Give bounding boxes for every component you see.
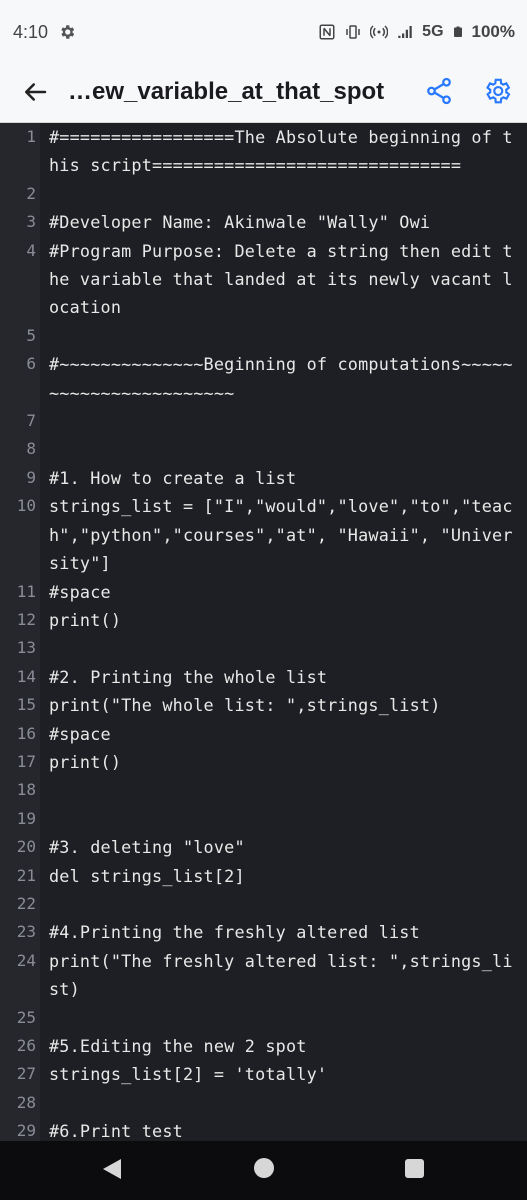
line-number: 1	[26, 127, 36, 146]
line-text[interactable]: del strings_list[2]	[49, 862, 515, 890]
status-time: 4:10	[13, 22, 49, 42]
line-number: 14	[16, 666, 36, 686]
gear-icon	[61, 25, 75, 39]
line-number: 6	[26, 354, 36, 374]
code-line[interactable]: 22	[0, 890, 527, 918]
share-icon[interactable]	[424, 76, 454, 106]
line-number: 11	[16, 581, 36, 601]
line-number: 18	[16, 780, 36, 800]
code-line[interactable]: 26 #5.Editing the new 2 spot	[0, 1032, 527, 1060]
line-number: 24	[16, 950, 36, 970]
line-text[interactable]: print()	[49, 748, 515, 776]
line-text[interactable]: #=================The Absolute beginning…	[49, 123, 515, 180]
code-line[interactable]: 16 #space	[0, 720, 527, 748]
code-line[interactable]: 14 #2. Printing the whole list	[0, 663, 527, 691]
line-number: 5	[26, 325, 36, 345]
code-line[interactable]: 21 del strings_list[2]	[0, 862, 527, 890]
battery-percent: 100%	[471, 22, 515, 41]
code-line[interactable]: 1 #=================The Absolute beginnin…	[0, 123, 527, 180]
vibrate-icon	[346, 25, 360, 39]
line-number: 16	[16, 723, 36, 743]
line-number: 2	[26, 183, 36, 203]
line-text[interactable]: #1. How to create a list	[49, 464, 515, 492]
line-number: 23	[16, 922, 36, 942]
line-number: 26	[16, 1036, 36, 1055]
line-text[interactable]: #3. deleting "love"	[49, 833, 515, 861]
code-line[interactable]: 9 #1. How to create a list	[0, 464, 527, 492]
status-icons: 5G 100%	[318, 22, 515, 42]
line-text[interactable]: #Program Purpose: Delete a string then e…	[49, 237, 515, 322]
line-text[interactable]: strings_list[2] = 'totally'	[49, 1060, 515, 1088]
code-line[interactable]: 8	[0, 435, 527, 463]
code-line[interactable]: 17 print()	[0, 748, 527, 776]
code-line[interactable]: 12 print()	[0, 606, 527, 634]
code-line[interactable]: 6 #~~~~~~~~~~~~~~Beginning of computation…	[0, 350, 527, 407]
line-text[interactable]: print("The freshly altered list: ",strin…	[49, 947, 515, 1004]
line-text[interactable]: #5.Editing the new 2 spot	[49, 1032, 515, 1060]
code-line[interactable]: 18	[0, 776, 527, 804]
line-number: 29	[16, 1121, 36, 1141]
line-text[interactable]: print("The whole list: ",strings_list)	[49, 691, 515, 719]
hotspot-icon	[370, 25, 389, 39]
home-circle-icon[interactable]	[254, 1158, 274, 1178]
line-number: 12	[16, 609, 36, 629]
line-number: 4	[26, 240, 36, 260]
line-text[interactable]: #space	[49, 720, 515, 748]
line-text[interactable]: strings_list = ["I","would","love","to",…	[49, 492, 515, 577]
line-text[interactable]: #6.Print test	[49, 1117, 515, 1141]
network-label: 5G	[422, 23, 444, 40]
code-line[interactable]: 7	[0, 407, 527, 435]
line-number: 28	[16, 1092, 36, 1112]
line-number: 8	[26, 439, 36, 459]
line-number: 20	[16, 837, 36, 857]
arrow-left-icon[interactable]	[20, 77, 50, 107]
recents-square-icon[interactable]	[405, 1159, 424, 1178]
line-number: 25	[16, 1007, 36, 1027]
line-number: 17	[16, 751, 36, 771]
status-bar: 4:10 5G 100%	[0, 0, 527, 64]
line-number: 15	[16, 695, 36, 715]
code-line[interactable]: 25	[0, 1004, 527, 1032]
code-line[interactable]: 11 #space	[0, 578, 527, 606]
back-triangle-icon[interactable]	[101, 1157, 123, 1181]
code-line[interactable]: 24 print("The freshly altered list: ",str…	[0, 947, 527, 1004]
line-number: 13	[16, 638, 36, 658]
code-line[interactable]: 20 #3. deleting "love"	[0, 833, 527, 861]
code-line[interactable]: 29 #6.Print test	[0, 1117, 527, 1141]
nfc-icon	[319, 24, 335, 40]
line-number: 10	[16, 496, 36, 516]
code-line[interactable]: 15 print("The whole list: ",strings_list)	[0, 691, 527, 719]
line-text[interactable]: #space	[49, 578, 515, 606]
line-number: 19	[16, 808, 36, 828]
code-line[interactable]: 5	[0, 322, 527, 350]
code-line[interactable]: 13	[0, 634, 527, 662]
page-title: …ew_variable_at_that_spot	[68, 78, 385, 105]
code-line[interactable]: 10 strings_list = ["I","would","love","to…	[0, 492, 527, 577]
settings-gear-icon[interactable]	[482, 76, 512, 106]
code-lines: 1 #=================The Absolute beginnin…	[0, 123, 527, 1141]
code-editor[interactable]: 1 #=================The Absolute beginnin…	[0, 123, 527, 1141]
line-number: 22	[16, 893, 36, 913]
signal-icon	[398, 26, 412, 38]
line-text[interactable]: #Developer Name: Akinwale "Wally" Owi	[49, 208, 515, 236]
line-number: 3	[26, 212, 36, 232]
line-text[interactable]: #4.Printing the freshly altered list	[49, 918, 515, 946]
code-line[interactable]: 3 #Developer Name: Akinwale "Wally" Owi	[0, 208, 527, 236]
app-bar: …ew_variable_at_that_spot	[0, 64, 527, 123]
code-line[interactable]: 27 strings_list[2] = 'totally'	[0, 1060, 527, 1088]
code-line[interactable]: 23 #4.Printing the freshly altered list	[0, 918, 527, 946]
battery-icon	[453, 26, 462, 37]
line-number: 27	[16, 1064, 36, 1084]
line-number: 7	[26, 411, 36, 431]
line-text[interactable]: #2. Printing the whole list	[49, 663, 515, 691]
code-line[interactable]: 2	[0, 180, 527, 208]
line-number: 9	[26, 467, 36, 487]
line-text[interactable]: print()	[49, 606, 515, 634]
navigation-bar	[0, 1141, 527, 1200]
code-line[interactable]: 19	[0, 805, 527, 833]
line-text[interactable]: #~~~~~~~~~~~~~~Beginning of computations…	[49, 350, 515, 407]
code-line[interactable]: 4 #Program Purpose: Delete a string then …	[0, 237, 527, 322]
line-number: 21	[16, 865, 36, 885]
code-line[interactable]: 28	[0, 1089, 527, 1117]
